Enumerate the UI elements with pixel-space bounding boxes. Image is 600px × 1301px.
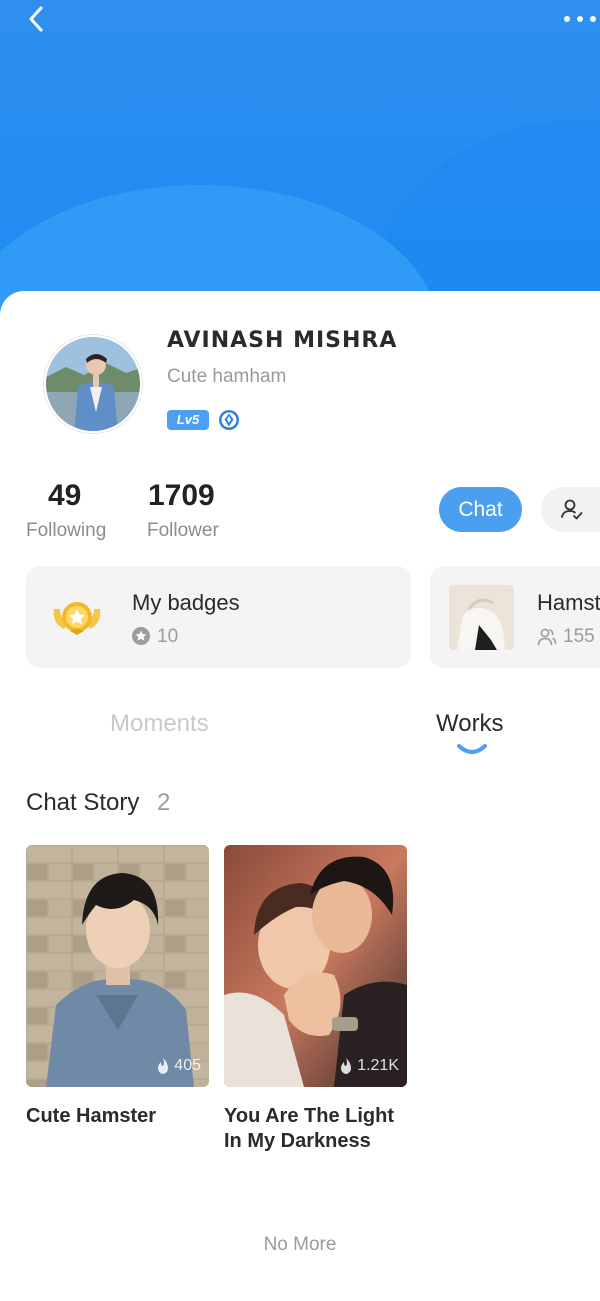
story-card-light-in-darkness[interactable]: 1.21K: [224, 845, 407, 1087]
profile-bio: Cute hamham: [167, 366, 287, 387]
badges-count: 10: [157, 626, 179, 647]
flame-icon: [341, 1058, 352, 1074]
tab-active-indicator: [457, 744, 487, 754]
more-dot: [590, 16, 596, 22]
section-title: Chat Story: [26, 789, 140, 816]
diamond-icon[interactable]: [218, 409, 240, 431]
following-label[interactable]: Following: [26, 520, 106, 542]
story-card-cute-hamster[interactable]: 405: [26, 845, 209, 1087]
more-button[interactable]: [560, 8, 600, 28]
profile-name: AVINASH MISHRA: [167, 328, 398, 353]
group-member-count: 155: [563, 626, 595, 647]
badges-title: My badges: [132, 590, 240, 615]
story-views: 405: [156, 1057, 201, 1075]
chevron-left-icon: [29, 6, 43, 32]
story-title[interactable]: You Are The Light In My Darkness: [224, 1104, 414, 1154]
follower-count[interactable]: 1709: [148, 479, 215, 513]
story-cover-image: [224, 845, 407, 1087]
group-thumbnail: [449, 585, 514, 650]
badge-medal-icon: [53, 602, 101, 635]
level-badge[interactable]: Lv5: [167, 410, 209, 430]
story-views-count: 1.21K: [357, 1057, 399, 1074]
people-icon: [537, 628, 557, 646]
back-button[interactable]: [20, 2, 54, 36]
following-count[interactable]: 49: [48, 479, 81, 513]
tab-works[interactable]: Works: [436, 710, 504, 738]
avatar[interactable]: [44, 335, 142, 433]
story-views: 1.21K: [339, 1057, 399, 1075]
no-more-label: No More: [263, 1234, 337, 1255]
star-circle-icon: [132, 627, 150, 645]
story-cover-image: [26, 845, 209, 1087]
more-dots-icon: [564, 16, 570, 22]
flame-icon: [158, 1058, 169, 1074]
more-dot: [577, 16, 583, 22]
profile-header-background: [0, 0, 600, 320]
chat-button[interactable]: Chat: [439, 487, 522, 532]
story-title[interactable]: Cute Hamster: [26, 1104, 216, 1129]
group-name: Hamst: [537, 590, 600, 615]
tab-moments[interactable]: Moments: [110, 710, 209, 738]
avatar-image: [46, 337, 140, 431]
user-check-icon: [561, 499, 583, 520]
section-count: 2: [157, 789, 171, 816]
follow-button[interactable]: [541, 487, 600, 532]
story-views-count: 405: [174, 1057, 201, 1074]
follower-label[interactable]: Follower: [147, 520, 219, 542]
